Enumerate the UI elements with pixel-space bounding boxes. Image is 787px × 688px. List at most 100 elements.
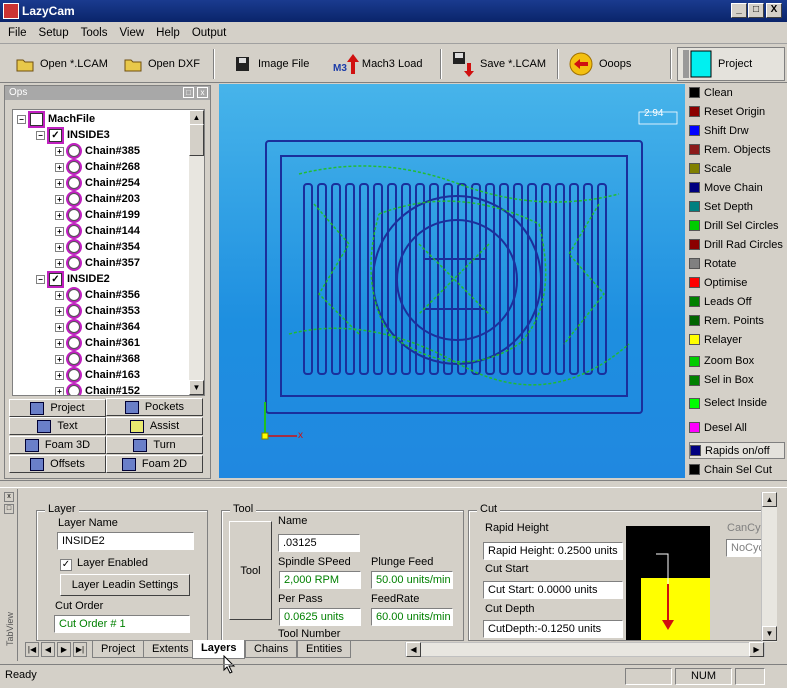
expand-toggle-icon[interactable]: −	[36, 274, 45, 284]
close-button[interactable]: X	[766, 3, 782, 18]
layer-checkbox[interactable]: ✓	[49, 128, 62, 142]
menu-output[interactable]: Output	[192, 27, 227, 39]
chain-select-icon[interactable]	[68, 257, 80, 269]
chain-select-icon[interactable]	[68, 337, 80, 349]
tab-next-button[interactable]: ▶	[57, 642, 71, 657]
chain-select-icon[interactable]	[68, 209, 80, 221]
tab-extents[interactable]: Extents	[143, 641, 198, 658]
hscroll-left[interactable]: ◀	[406, 642, 421, 657]
chain-select-icon[interactable]	[68, 225, 80, 237]
image-file-button[interactable]: Image File	[234, 51, 309, 77]
tree-chain-node[interactable]: + Chain#268	[55, 159, 140, 175]
chain-select-icon[interactable]	[68, 289, 80, 301]
tree-scrollbar[interactable]: ▲ ▼	[189, 110, 204, 395]
ops-text-button[interactable]: Text	[9, 417, 106, 435]
tree-root[interactable]: − MachFile	[17, 111, 95, 127]
menu-setup[interactable]: Setup	[39, 27, 69, 39]
tab-entities[interactable]: Entities	[297, 641, 352, 658]
scroll-down-button[interactable]: ▼	[189, 380, 204, 395]
expand-toggle-icon[interactable]: +	[55, 194, 64, 204]
action-leads-off[interactable]: Leads Off	[689, 293, 785, 310]
expand-toggle-icon[interactable]: +	[55, 306, 64, 316]
action-relayer[interactable]: Relayer	[689, 331, 785, 348]
expand-toggle-icon[interactable]: +	[55, 242, 64, 252]
layer-leadin-settings-button[interactable]: Layer Leadin Settings	[60, 574, 190, 596]
action-rotate[interactable]: Rotate	[689, 255, 785, 272]
ops-float-button[interactable]: □	[183, 87, 194, 98]
expand-toggle-icon[interactable]: +	[55, 290, 64, 300]
hscroll-right[interactable]: ▶	[749, 642, 764, 657]
tree-chain-node[interactable]: + Chain#203	[55, 191, 140, 207]
action-optimise[interactable]: Optimise	[689, 274, 785, 291]
layer-enabled-checkbox[interactable]: ✓	[60, 559, 72, 571]
rapid-height-input[interactable]: Rapid Height: 0.2500 units	[483, 542, 623, 560]
expand-toggle-icon[interactable]: +	[55, 322, 64, 332]
tree-chain-node[interactable]: + Chain#144	[55, 223, 140, 239]
expand-toggle-icon[interactable]: −	[17, 114, 26, 124]
menu-view[interactable]: View	[119, 27, 144, 39]
chain-select-icon[interactable]	[68, 241, 80, 253]
expand-toggle-icon[interactable]: +	[55, 178, 64, 188]
action-shift-drw[interactable]: Shift Drw	[689, 122, 785, 139]
tree-chain-node[interactable]: + Chain#163	[55, 367, 140, 383]
action-set-depth[interactable]: Set Depth	[689, 198, 785, 215]
action-drill-sel-circles[interactable]: Drill Sel Circles	[689, 217, 785, 234]
expand-toggle-icon[interactable]: +	[55, 226, 64, 236]
action-rapids-on-off[interactable]: Rapids on/off	[689, 442, 785, 460]
tree-chain-node[interactable]: + Chain#199	[55, 207, 140, 223]
expand-toggle-icon[interactable]: −	[36, 130, 45, 140]
menu-file[interactable]: File	[8, 27, 27, 39]
ops-foam3d-button[interactable]: Foam 3D	[9, 436, 106, 454]
tree-layer-node[interactable]: − ✓ INSIDE2	[36, 271, 110, 287]
ops-turn-button[interactable]: Turn	[106, 436, 203, 454]
bottom-scrollbar[interactable]: ▲ ▼	[761, 492, 777, 642]
chain-select-icon[interactable]	[68, 385, 80, 395]
expand-toggle-icon[interactable]: +	[55, 162, 64, 172]
layer-checkbox[interactable]: ✓	[49, 272, 62, 286]
chain-select-icon[interactable]	[68, 353, 80, 365]
bottom-scroll-up[interactable]: ▲	[762, 492, 777, 507]
tool-button[interactable]: Tool	[229, 521, 272, 620]
expand-toggle-icon[interactable]: +	[55, 370, 64, 380]
tree-chain-node[interactable]: + Chain#361	[55, 335, 140, 351]
layer-name-input[interactable]: INSIDE2	[57, 532, 194, 550]
plunge-feed-input[interactable]: 50.00 units/min	[371, 571, 453, 589]
cut-start-input[interactable]: Cut Start: 0.0000 units	[483, 581, 623, 599]
layer-checkbox[interactable]	[30, 112, 43, 126]
per-pass-input[interactable]: 0.0625 units	[279, 608, 361, 626]
tab-project[interactable]: Project	[92, 641, 145, 658]
action-clean[interactable]: Clean	[689, 84, 785, 101]
action-zoom-box[interactable]: Zoom Box	[689, 353, 785, 370]
tree-chain-node[interactable]: + Chain#354	[55, 239, 140, 255]
project-toggle-button[interactable]: Project	[677, 47, 785, 81]
spindle-speed-input[interactable]: 2,000 RPM	[279, 571, 361, 589]
action-move-chain[interactable]: Move Chain	[689, 179, 785, 196]
tree-layer-node[interactable]: − ✓ INSIDE3	[36, 127, 110, 143]
horizontal-scrollbar[interactable]: ◀ ▶	[405, 642, 765, 657]
save-lcam-button[interactable]: Save *.LCAM	[452, 51, 546, 77]
expand-toggle-icon[interactable]: +	[55, 258, 64, 268]
feedrate-input[interactable]: 60.00 units/min	[371, 608, 453, 626]
expand-toggle-icon[interactable]: +	[55, 210, 64, 220]
expand-toggle-icon[interactable]: +	[55, 146, 64, 156]
action-scale[interactable]: Scale	[689, 160, 785, 177]
tree-chain-node[interactable]: + Chain#356	[55, 287, 140, 303]
open-lcam-button[interactable]: Open *.LCAM	[16, 51, 108, 77]
tree-chain-node[interactable]: + Chain#357	[55, 255, 140, 271]
tab-chains[interactable]: Chains	[245, 641, 298, 658]
tab-first-button[interactable]: |◀	[25, 642, 39, 657]
ooops-button[interactable]: Ooops	[569, 51, 631, 77]
chain-select-icon[interactable]	[68, 321, 80, 333]
chain-select-icon[interactable]	[68, 177, 80, 189]
menu-help[interactable]: Help	[156, 27, 180, 39]
open-dxf-button[interactable]: Open DXF	[124, 51, 200, 77]
ops-assist-button[interactable]: Assist	[106, 417, 203, 435]
tree-chain-node[interactable]: + Chain#385	[55, 143, 140, 159]
tree-chain-node[interactable]: + Chain#364	[55, 319, 140, 335]
chain-select-icon[interactable]	[68, 145, 80, 157]
tool-name-input[interactable]: .03125	[278, 534, 360, 552]
scroll-thumb[interactable]	[189, 124, 204, 156]
chain-select-icon[interactable]	[68, 305, 80, 317]
panel-splitter[interactable]	[0, 480, 787, 488]
bottom-scroll-down[interactable]: ▼	[762, 626, 777, 641]
